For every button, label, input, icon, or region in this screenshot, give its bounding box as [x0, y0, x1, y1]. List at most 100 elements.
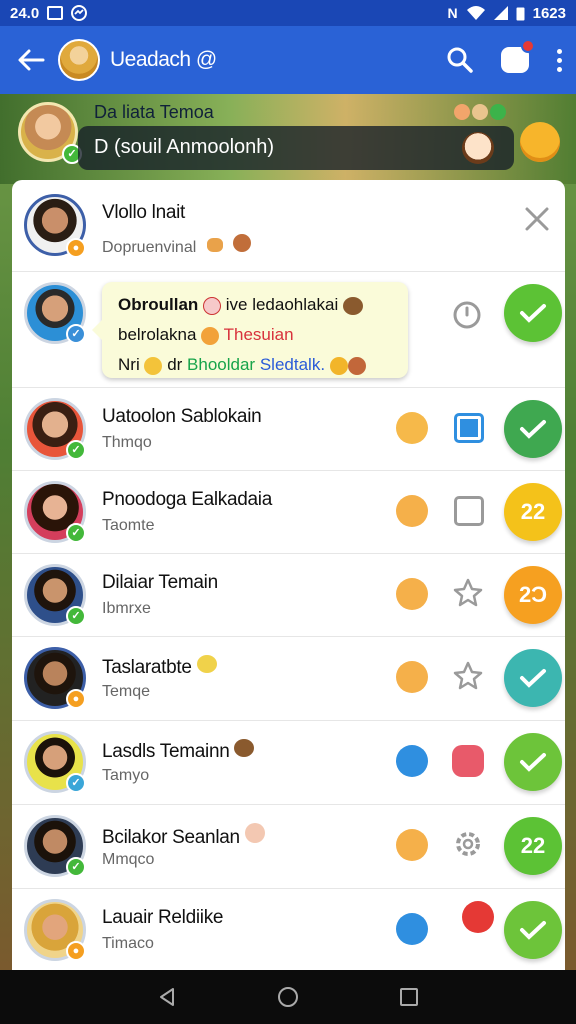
nfc-icon: N [447, 5, 458, 21]
close-icon[interactable] [524, 206, 550, 232]
more-options-icon[interactable] [557, 48, 562, 72]
contact-status: Taomte [102, 517, 155, 534]
status-badge: ● [66, 238, 86, 258]
edit-icon[interactable] [454, 496, 484, 526]
check-icon [520, 753, 546, 772]
contact-name: Taslaratbte [102, 655, 217, 679]
chat-header-strip: ✓ Da liata Temoa D (souil Anmoolonh) [14, 98, 566, 176]
contact-name: Uatoolon Sablokain [102, 406, 262, 427]
status-bar: 24.0 N 1623 [0, 0, 576, 26]
chat-bubble-icon[interactable] [462, 901, 494, 933]
status-badge: ✓ [66, 606, 86, 626]
nav-back-icon[interactable] [157, 987, 177, 1007]
chat-avatar[interactable] [58, 39, 100, 81]
contact-name: Pnoodoga Ealkadaia [102, 489, 272, 510]
like-icon[interactable] [396, 745, 428, 777]
accept-button[interactable] [504, 901, 562, 959]
like-icon[interactable] [396, 913, 428, 945]
action-button[interactable]: 22 [504, 483, 562, 541]
contact-status: Timaco [102, 935, 154, 952]
chat-info-row: ● Vlollo lnait Dopruenvinal [12, 180, 565, 272]
accept-button[interactable] [504, 733, 562, 791]
emoji-mini-icon [454, 104, 470, 120]
emoji-icon [342, 296, 363, 315]
search-icon[interactable] [447, 47, 473, 73]
accept-button[interactable] [504, 284, 562, 342]
notifications-chat-icon[interactable] [501, 39, 535, 73]
status-time: 24.0 [10, 4, 40, 22]
cartoon-face-icon [462, 132, 494, 164]
emoji-icon [196, 655, 217, 673]
heart-icon[interactable] [396, 578, 428, 610]
status-badge: ● [66, 689, 86, 709]
wifi-icon [466, 6, 485, 20]
emoji-icon [201, 326, 220, 345]
messenger-notification-icon [71, 5, 88, 21]
message-bubble[interactable]: Obroullan ive ledaohlakai belrolakna The… [92, 282, 408, 378]
accept-button[interactable] [504, 649, 562, 707]
action-button[interactable]: 22 [504, 817, 562, 875]
status-badge: ✓ [66, 440, 86, 460]
chat-title[interactable]: Ueadach @ [110, 48, 217, 72]
list-item[interactable]: ✓ Dilaiar Temain Ibmrxe 2Ɔ [12, 554, 565, 637]
heart-icon[interactable] [396, 495, 428, 527]
contact-status: Thmqo [102, 434, 152, 451]
nav-recents-icon[interactable] [399, 987, 419, 1007]
contact-list-card: ● Vlollo lnait Dopruenvinal ✓ Obroullan … [12, 180, 565, 970]
list-item[interactable]: ● Taslaratbte Temqe [12, 637, 565, 721]
emoji-icon [347, 356, 366, 375]
list-item[interactable]: ✓ Pnoodoga Ealkadaia Taomte 22 [12, 471, 565, 554]
mail-notification-icon [47, 6, 64, 20]
emoji-mini-icon [472, 104, 488, 120]
status-badge: ✓ [66, 773, 86, 793]
contact-name: Lauair Reldiike [102, 907, 224, 928]
list-item[interactable]: ✓ Bcilakor Seanlan Mmqco 22 [12, 805, 565, 889]
status-badge: ✓ [66, 523, 86, 543]
status-badge: ✓ [66, 857, 86, 877]
contact-name: Bcilakor Seanlan [102, 823, 265, 849]
heart-icon[interactable] [396, 661, 428, 693]
nav-home-icon[interactable] [277, 986, 299, 1008]
contact-status: Ibmrxe [102, 600, 151, 617]
battery-level: 1623 [532, 4, 566, 22]
heart-icon[interactable] [396, 829, 428, 861]
settings-icon[interactable] [452, 828, 484, 860]
checkbox-icon[interactable] [454, 413, 484, 443]
contact-name: Dilaiar Temain [102, 572, 218, 593]
list-item[interactable]: ● Lauair Reldiike Timaco [12, 889, 565, 970]
list-item[interactable]: ✓ Uatoolon Sablokain Thmqo [12, 388, 565, 471]
status-badge: ✓ [66, 324, 86, 344]
chat-name: Vlollo lnait [102, 202, 186, 223]
emoji-icon [244, 823, 265, 843]
emoji-mini-icon [490, 104, 506, 120]
action-button[interactable]: 2Ɔ [504, 566, 562, 624]
chat-subtitle: Dopruenvinal [102, 234, 252, 257]
star-icon[interactable] [452, 660, 484, 692]
emoji-icon [233, 234, 252, 252]
emoji-icon [234, 739, 255, 757]
back-button[interactable] [14, 43, 48, 77]
star-icon[interactable] [452, 577, 484, 609]
navigation-bar [0, 970, 576, 1024]
emoji-icon [329, 356, 348, 375]
accept-button[interactable] [504, 400, 562, 458]
header-message-pill[interactable]: D (souil Anmoolonh) [78, 126, 514, 170]
unread-dot [521, 39, 535, 53]
comment-icon[interactable] [452, 745, 484, 777]
emoji-icon [206, 238, 223, 252]
emoji-icon [144, 356, 163, 375]
battery-icon [516, 7, 525, 20]
contact-status: Mmqco [102, 851, 155, 868]
header-name: Da liata Temoa [94, 102, 214, 122]
check-icon [520, 921, 546, 940]
check-icon [520, 669, 546, 688]
smiley-emoji-icon[interactable] [520, 122, 560, 162]
message-row: ✓ Obroullan ive ledaohlakai belrolakna T… [12, 272, 565, 388]
list-item[interactable]: ✓ Lasdls Temainn Tamyo [12, 721, 565, 805]
contact-status: Temqe [102, 683, 151, 700]
smiley-icon[interactable] [396, 412, 428, 444]
status-badge: ● [66, 941, 86, 961]
timer-icon[interactable] [452, 300, 482, 330]
contact-status: Tamyo [102, 767, 150, 784]
app-bar: Ueadach @ [0, 26, 576, 94]
